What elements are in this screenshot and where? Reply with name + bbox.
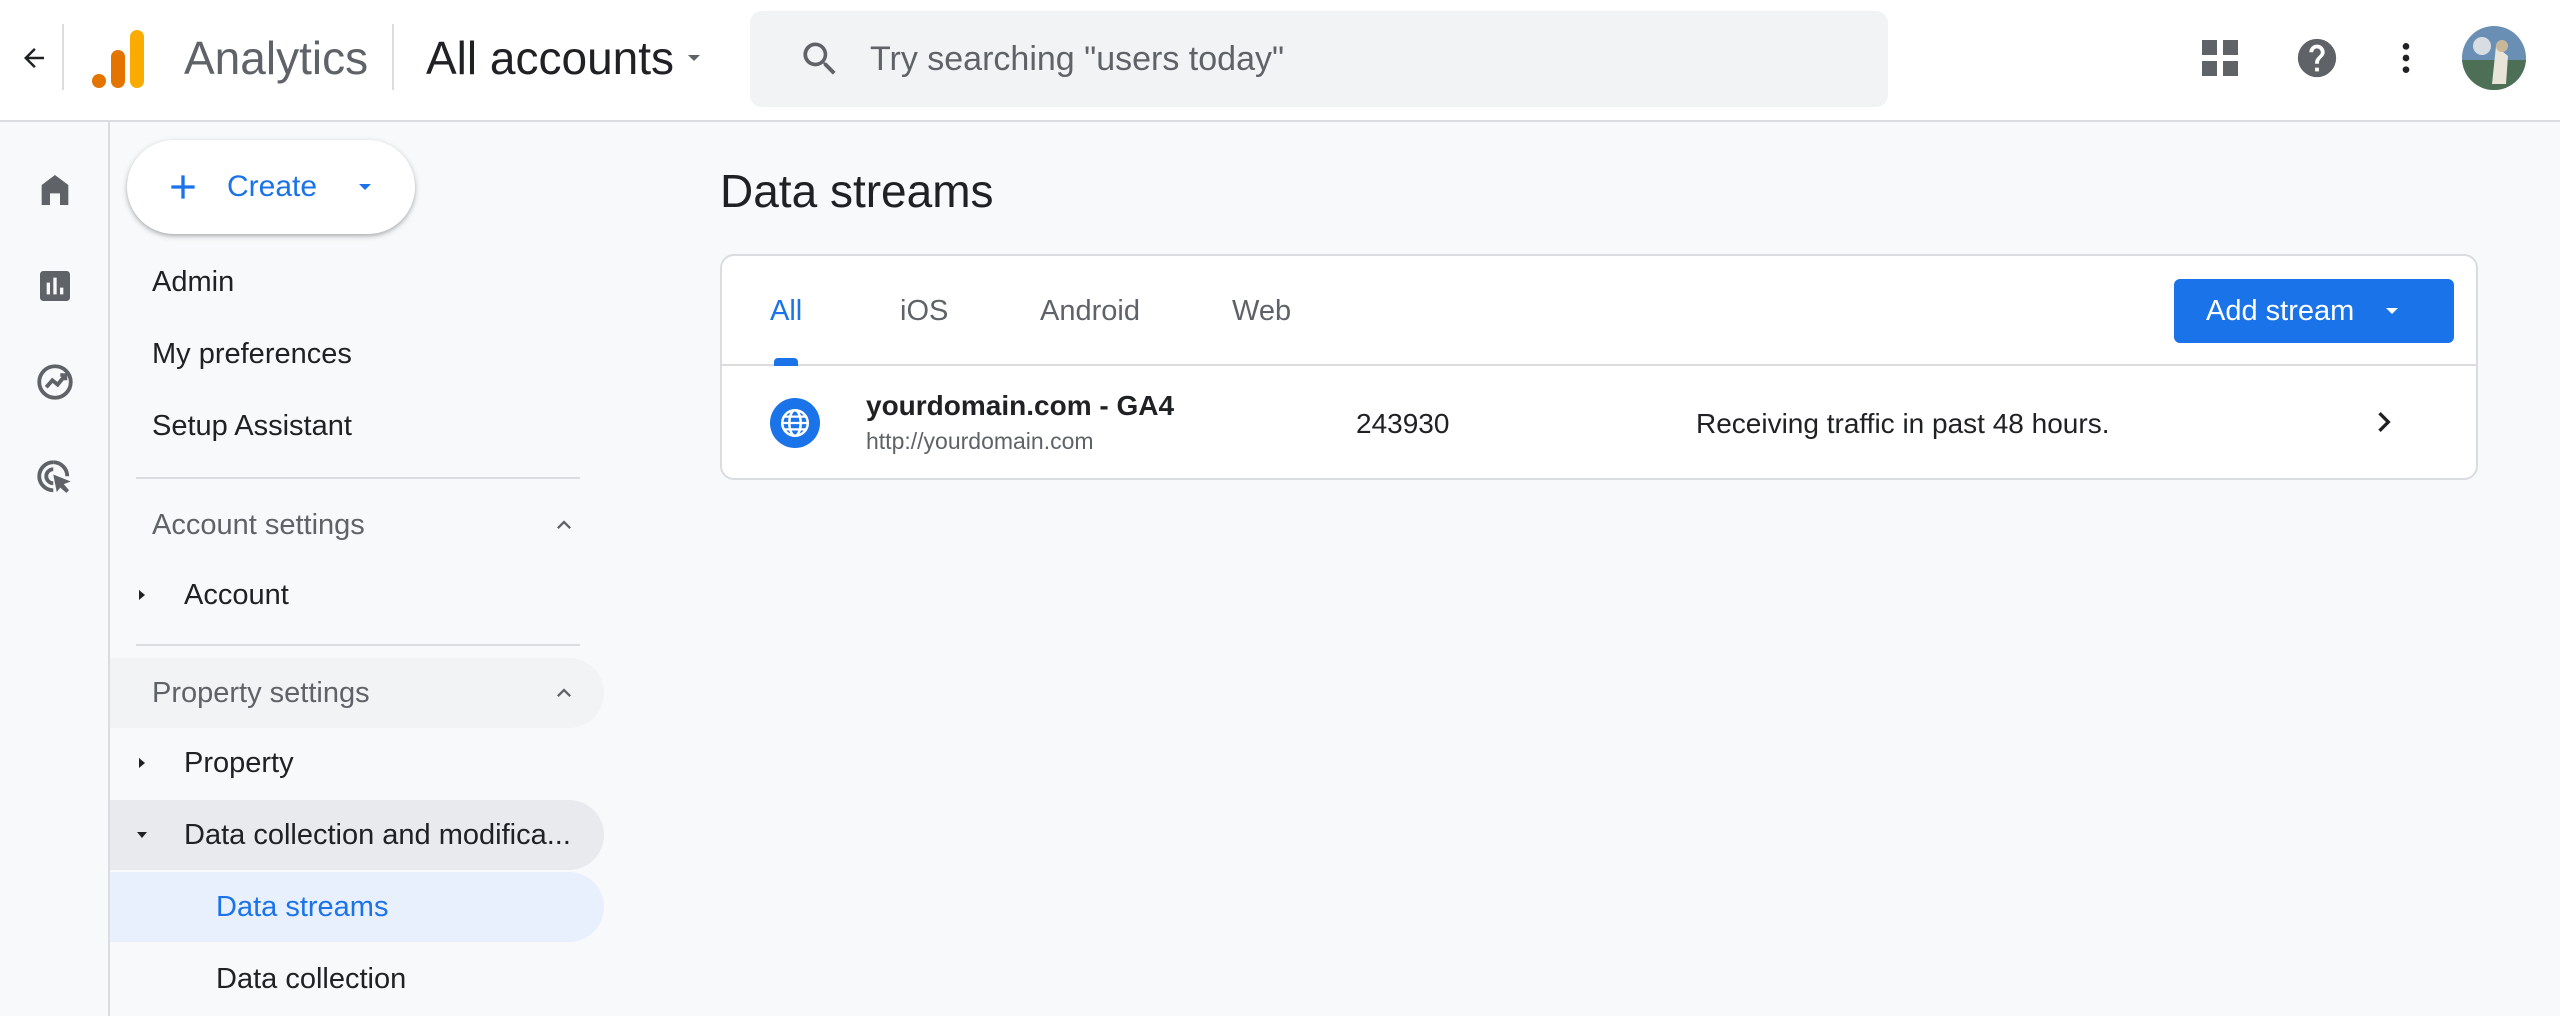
nav-setup-assistant[interactable]: Setup Assistant xyxy=(152,410,352,443)
help-button[interactable] xyxy=(2289,30,2345,86)
add-stream-label: Add stream xyxy=(2206,294,2355,327)
chevron-up-icon xyxy=(557,520,571,529)
search-icon xyxy=(803,42,836,75)
divider xyxy=(392,24,394,90)
arrow-back-icon xyxy=(24,48,44,68)
apps-grid-icon xyxy=(2202,40,2238,76)
nav-data-collection-label: Data collection xyxy=(216,962,407,995)
nav-my-preferences[interactable]: My preferences xyxy=(152,338,352,371)
plus-icon xyxy=(171,175,195,199)
nav-admin[interactable]: Admin xyxy=(152,266,234,299)
active-tab-indicator xyxy=(774,358,798,366)
account-settings-label: Account settings xyxy=(152,508,365,541)
caret-down-icon xyxy=(359,184,372,190)
left-rail xyxy=(0,122,110,1016)
account-settings-header[interactable]: Account settings xyxy=(110,490,604,560)
divider xyxy=(136,644,580,646)
page-title: Data streams xyxy=(720,165,994,217)
admin-sidebar: Create Admin My preferences Setup Assist… xyxy=(110,122,630,1016)
back-button[interactable] xyxy=(12,36,56,80)
search-input[interactable]: Try searching "users today" xyxy=(870,40,1284,79)
account-picker-label: All accounts xyxy=(426,32,675,84)
tree-data-collection-and-modification[interactable]: Data collection and modifica... xyxy=(110,800,604,870)
rail-reports[interactable] xyxy=(27,258,83,314)
divider xyxy=(136,477,580,479)
tab-ios[interactable]: iOS xyxy=(900,256,948,366)
app-name: Analytics xyxy=(184,32,369,84)
stream-row[interactable]: yourdomain.com - GA4 http://yourdomain.c… xyxy=(722,368,2476,478)
tree-account-label: Account xyxy=(184,578,289,611)
avatar[interactable] xyxy=(2462,26,2526,90)
stream-tabs: All iOS Android Web Add stream xyxy=(722,256,2476,366)
tree-property-label: Property xyxy=(184,746,294,779)
advertising-icon xyxy=(37,460,71,493)
caret-down-icon xyxy=(688,55,701,61)
analytics-logo[interactable] xyxy=(90,28,146,90)
tab-all[interactable]: All xyxy=(770,256,802,366)
reports-icon xyxy=(40,271,70,301)
tree-account[interactable]: Account xyxy=(110,560,604,630)
stream-status: Receiving traffic in past 48 hours. xyxy=(1696,408,2110,439)
tab-android[interactable]: Android xyxy=(1040,256,1140,366)
explore-icon xyxy=(37,364,73,400)
main-content: Data streams All iOS Android Web Add str… xyxy=(630,122,2560,1016)
nav-data-streams-label: Data streams xyxy=(216,890,389,923)
rail-advertising[interactable] xyxy=(27,450,83,506)
create-button-label: Create xyxy=(227,170,318,203)
rail-home[interactable] xyxy=(27,162,83,218)
account-picker[interactable]: All accounts xyxy=(426,28,706,88)
stream-name: yourdomain.com - GA4 xyxy=(866,390,1175,421)
triangle-right-icon xyxy=(139,590,145,600)
more-vert-icon xyxy=(2402,43,2410,73)
stream-id: 243930 xyxy=(1356,408,1450,439)
data-streams-card: All iOS Android Web Add stream yourdomai… xyxy=(720,254,2478,480)
apps-button[interactable] xyxy=(2192,30,2248,86)
stream-url: http://yourdomain.com xyxy=(866,428,1094,454)
create-button[interactable]: Create xyxy=(127,140,415,234)
search-bar[interactable]: Try searching "users today" xyxy=(750,11,1888,107)
add-stream-button[interactable]: Add stream xyxy=(2174,279,2454,343)
property-settings-header[interactable]: Property settings xyxy=(110,658,604,728)
globe-icon xyxy=(770,398,820,448)
caret-down-icon xyxy=(2386,308,2399,314)
tab-web[interactable]: Web xyxy=(1232,256,1291,366)
chevron-up-icon xyxy=(557,688,571,697)
property-settings-label: Property settings xyxy=(152,676,370,709)
home-icon xyxy=(41,175,69,205)
top-bar: Analytics All accounts Try searching "us… xyxy=(0,0,2560,122)
triangle-right-icon xyxy=(139,758,145,768)
divider xyxy=(62,24,64,90)
chevron-right-icon[interactable] xyxy=(2364,402,2404,442)
tree-data-collection-label: Data collection and modifica... xyxy=(184,818,571,851)
more-button[interactable] xyxy=(2378,30,2434,86)
triangle-down-icon xyxy=(137,832,147,838)
nav-data-streams[interactable]: Data streams xyxy=(110,872,604,942)
nav-data-collection[interactable]: Data collection xyxy=(110,944,604,1014)
tree-property[interactable]: Property xyxy=(110,728,604,798)
rail-explore[interactable] xyxy=(27,354,83,410)
help-icon xyxy=(2297,38,2337,78)
